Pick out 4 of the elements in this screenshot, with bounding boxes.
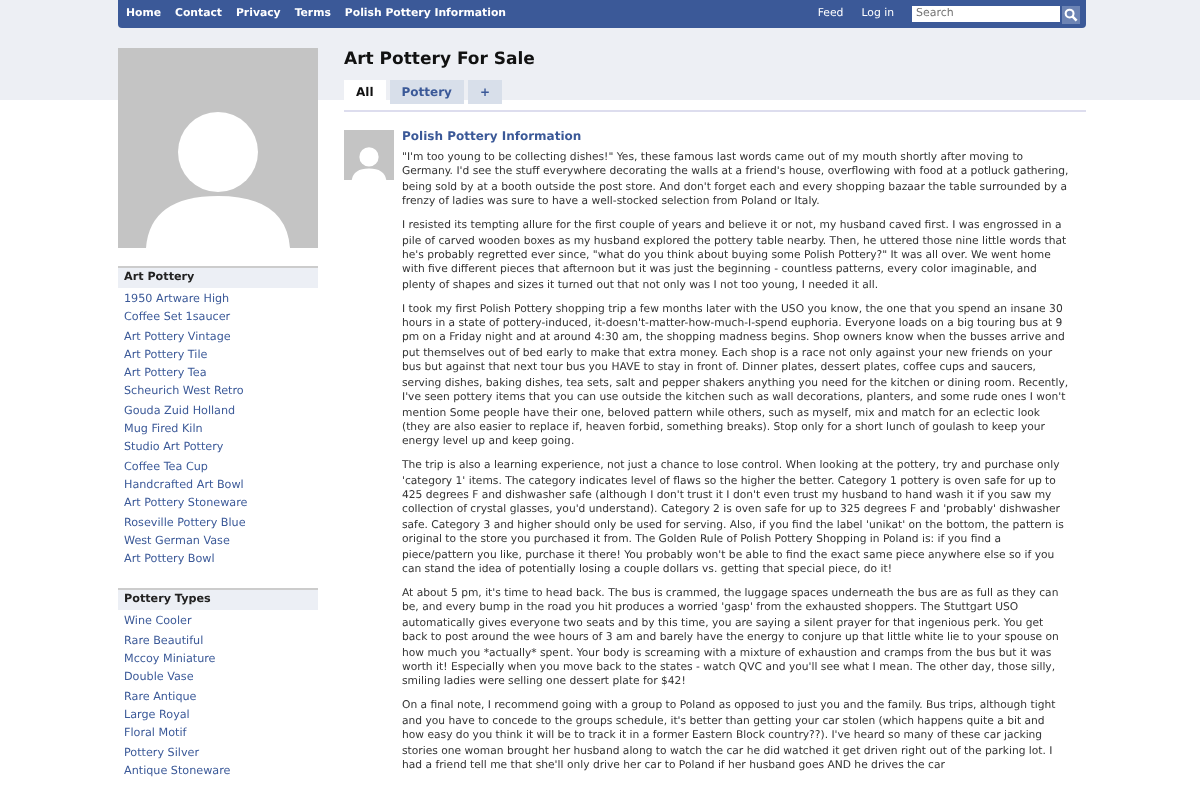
search-icon (1064, 7, 1078, 21)
page-title: Art Pottery For Sale (344, 50, 537, 70)
search-button[interactable] (1062, 5, 1080, 23)
avatar-icon (344, 130, 394, 180)
